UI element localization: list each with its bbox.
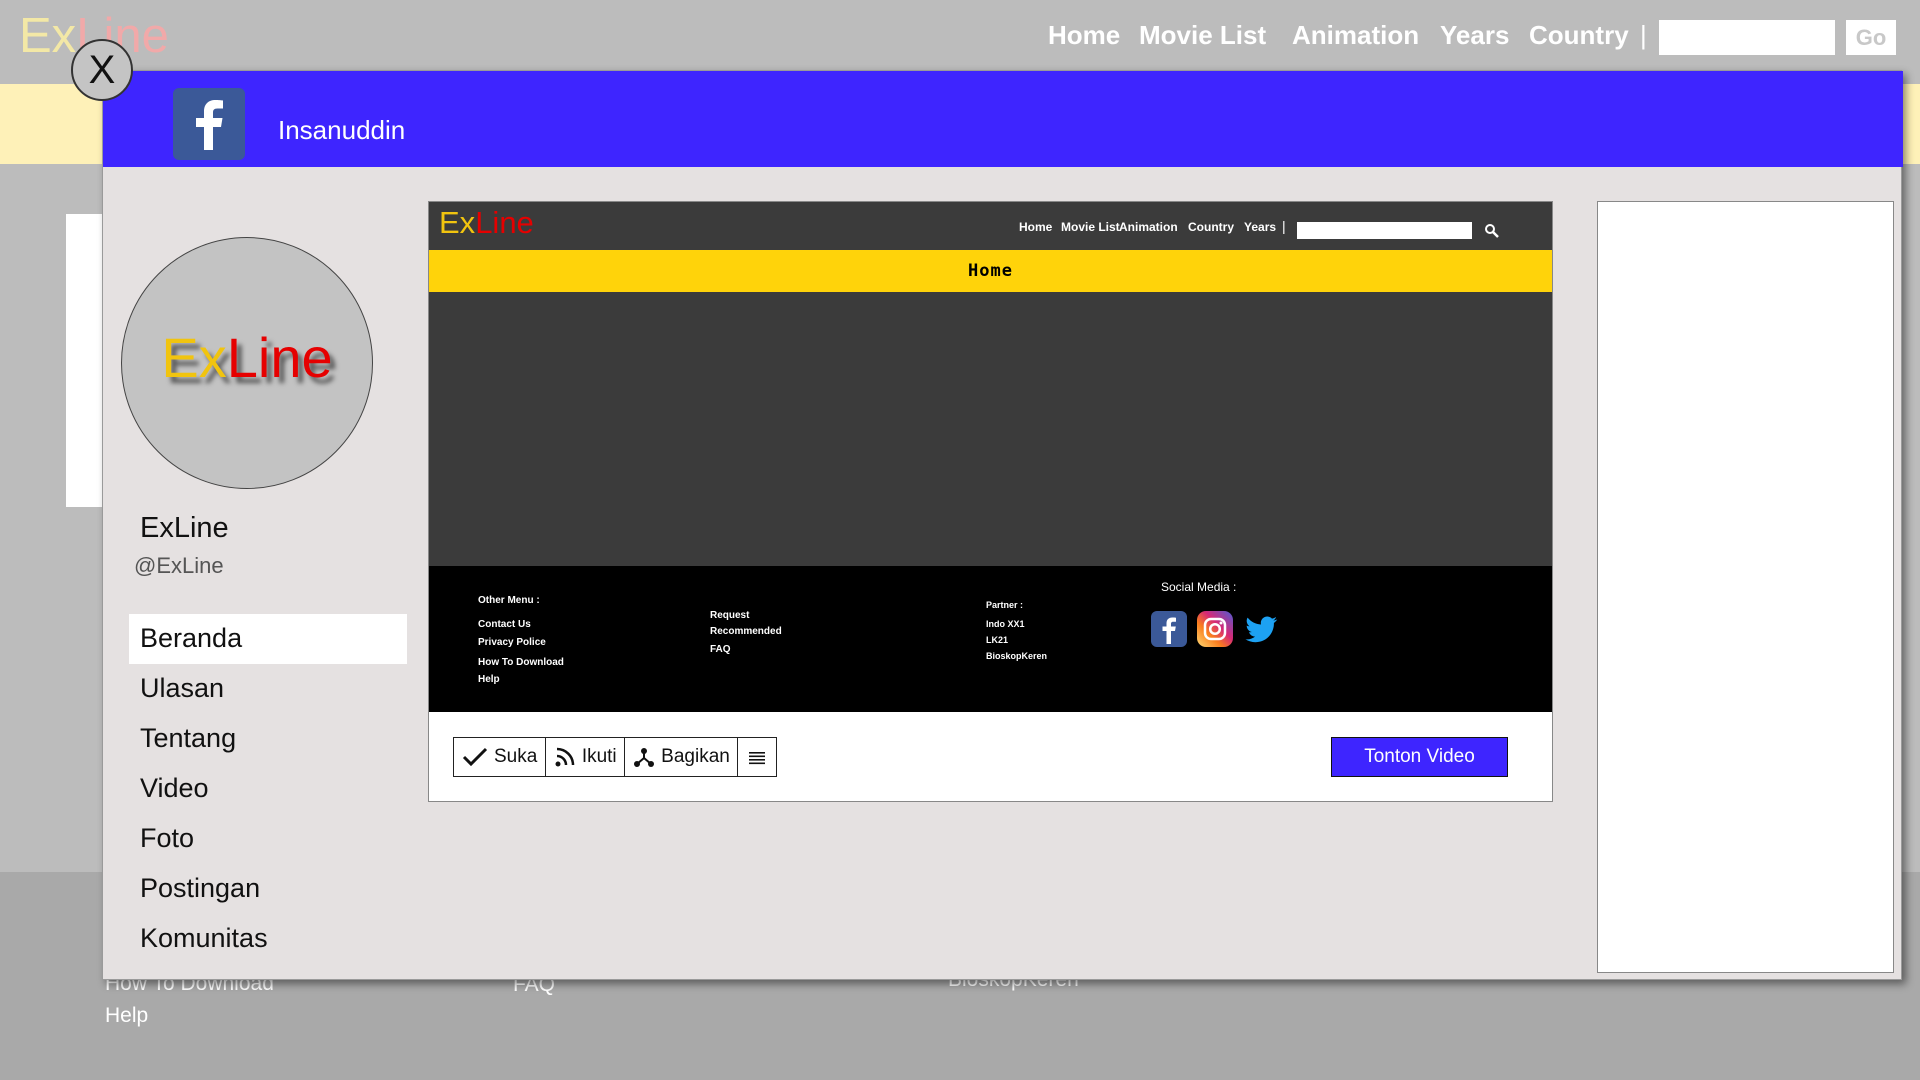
preview-social-media-label: Social Media :	[1161, 580, 1237, 594]
background-nav-separator: |	[1640, 20, 1647, 50]
sidebar-menu: Beranda Ulasan Tentang Video Foto Postin…	[129, 614, 407, 964]
sidebar-item-komunitas[interactable]: Komunitas	[129, 914, 407, 964]
background-go-button[interactable]: Go	[1846, 20, 1896, 55]
preview-nav-movie-list[interactable]: Movie List	[1061, 220, 1120, 234]
background-nav-movie-list[interactable]: Movie List	[1139, 20, 1266, 51]
facebook-user-name[interactable]: Insanuddin	[278, 115, 405, 146]
preview-content-area	[429, 292, 1552, 566]
preview-nav-home[interactable]: Home	[1019, 220, 1052, 234]
share-icon	[634, 748, 655, 767]
preview-footer-link[interactable]: Contact Us	[478, 619, 531, 631]
background-card	[66, 214, 106, 507]
sidebar-item-foto[interactable]: Foto	[129, 814, 407, 864]
sidebar-item-postingan[interactable]: Postingan	[129, 864, 407, 914]
background-nav-country[interactable]: Country	[1529, 20, 1629, 51]
facebook-page-modal: Insanuddin ExLine ExLine @ExLine Beranda…	[102, 70, 1903, 980]
preview-nav-country[interactable]: Country	[1188, 220, 1234, 234]
preview-nav-years[interactable]: Years	[1244, 220, 1276, 234]
preview-nav-animation[interactable]: Animation	[1119, 220, 1178, 234]
preview-footer-partner-label: Partner :	[986, 600, 1024, 610]
page-handle: @ExLine	[134, 553, 224, 578]
preview-footer-partner-link[interactable]: BioskopKeren	[986, 651, 1047, 662]
twitter-icon[interactable]	[1243, 611, 1279, 647]
preview-header: ExLine Home Movie List Animation Country…	[429, 202, 1552, 250]
preview-footer-link[interactable]: Recommended	[710, 626, 782, 638]
preview-footer-link[interactable]: Privacy Police	[478, 637, 546, 649]
preview-footer-link[interactable]: How To Download	[478, 657, 564, 669]
background-footer-link[interactable]: Help	[105, 1004, 148, 1028]
avatar-logo-ex: Ex	[161, 326, 227, 389]
preview-logo[interactable]: ExLine	[439, 207, 534, 238]
checkmark-icon	[462, 747, 488, 767]
preview-footer-partner-link[interactable]: LK21	[986, 635, 1008, 646]
background-nav-animation[interactable]: Animation	[1292, 20, 1419, 51]
sidebar-item-beranda[interactable]: Beranda	[129, 614, 407, 664]
like-button-label: Suka	[494, 746, 538, 767]
follow-button-label: Ikuti	[581, 746, 617, 767]
sidebar-item-tentang[interactable]: Tentang	[129, 714, 407, 764]
preview-footer-link[interactable]: Help	[478, 674, 500, 686]
preview-footer-link[interactable]: FAQ	[710, 644, 731, 656]
profile-avatar[interactable]: ExLine	[121, 237, 373, 489]
share-button-label: Bagikan	[661, 746, 730, 767]
avatar-logo: ExLine	[122, 330, 372, 386]
follow-button[interactable]: Ikuti	[544, 737, 626, 777]
right-side-panel	[1597, 201, 1894, 973]
website-preview-card: ExLine Home Movie List Animation Country…	[428, 201, 1553, 802]
facebook-icon[interactable]	[173, 88, 245, 160]
more-options-button[interactable]	[737, 737, 778, 777]
sidebar-item-ulasan[interactable]: Ulasan	[129, 664, 407, 714]
post-action-buttons: Suka Ikuti Bagikan	[453, 737, 778, 777]
preview-footer-other-menu-label: Other Menu :	[478, 595, 540, 606]
background-nav-years[interactable]: Years	[1440, 20, 1509, 51]
search-icon[interactable]	[1483, 222, 1501, 240]
avatar-logo-line: Line	[226, 326, 333, 389]
sidebar-item-video[interactable]: Video	[129, 764, 407, 814]
close-button[interactable]: X	[71, 39, 133, 101]
background-nav-home[interactable]: Home	[1048, 20, 1120, 51]
facebook-header-bar: Insanuddin	[103, 71, 1903, 167]
preview-logo-line: Line	[475, 205, 534, 240]
menu-icon	[749, 752, 766, 765]
preview-footer: Other Menu : Contact Us Privacy Police H…	[429, 566, 1552, 712]
preview-footer-partner-link[interactable]: Indo XX1	[986, 619, 1025, 630]
facebook-icon[interactable]	[1151, 611, 1187, 647]
share-button[interactable]: Bagikan	[624, 737, 739, 777]
preview-search-input[interactable]	[1297, 222, 1472, 239]
page-name: ExLine	[140, 512, 229, 544]
preview-footer-link[interactable]: Request	[710, 610, 749, 622]
preview-nav-separator: |	[1282, 218, 1286, 234]
watch-video-button[interactable]: Tonton Video	[1331, 737, 1508, 777]
like-button[interactable]: Suka	[453, 737, 547, 777]
preview-page-title: Home	[429, 250, 1552, 292]
preview-logo-ex: Ex	[439, 205, 476, 240]
instagram-icon[interactable]	[1197, 611, 1233, 647]
background-search-input[interactable]	[1659, 20, 1835, 55]
rss-icon	[555, 747, 575, 767]
background-logo-ex: Ex	[19, 9, 77, 63]
